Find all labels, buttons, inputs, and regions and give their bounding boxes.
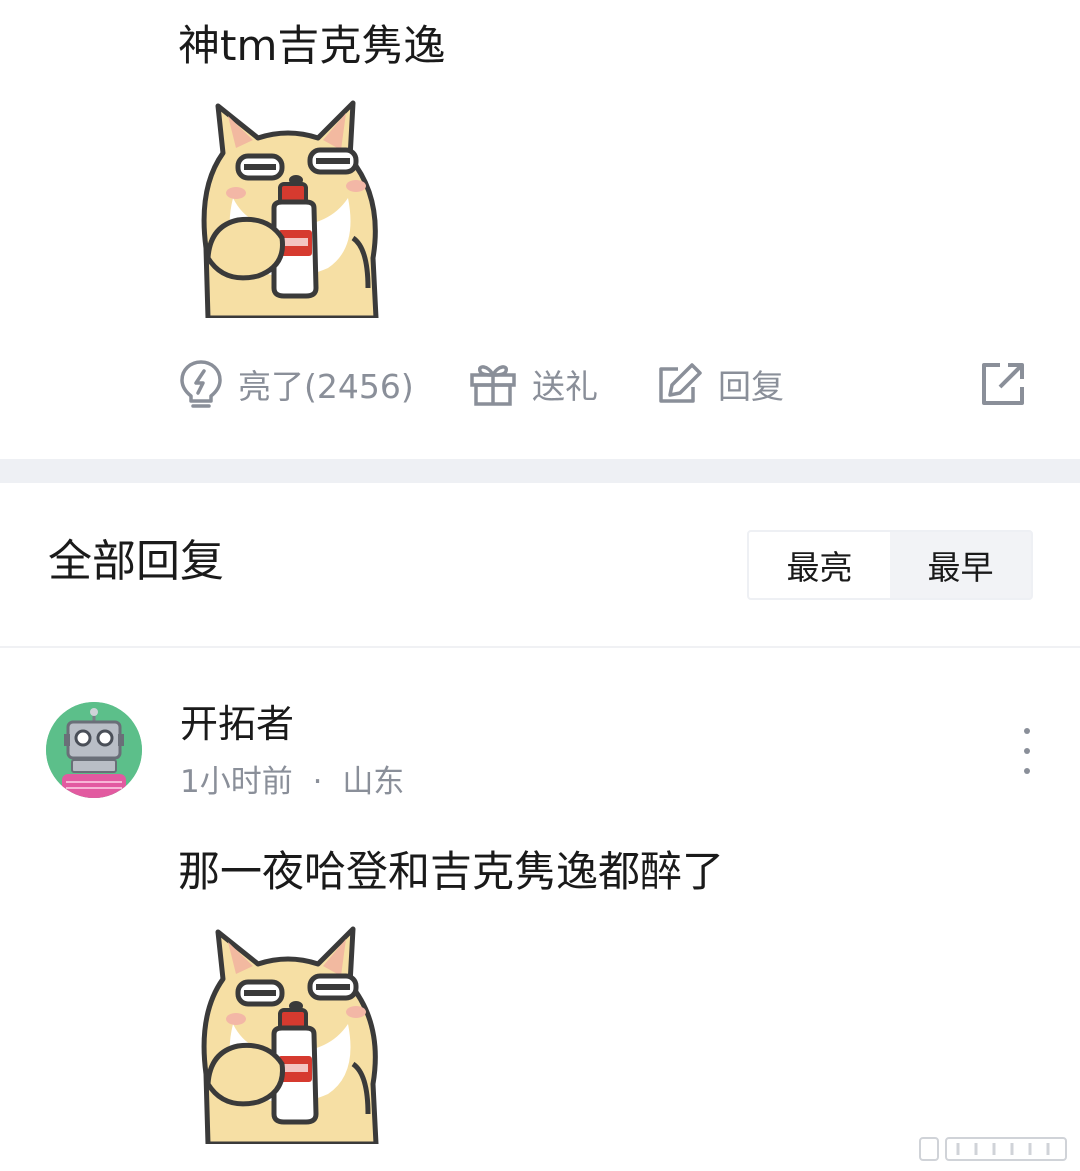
gift-label: 送礼 [532,367,598,406]
post-text: 神tm吉克隽逸 [178,21,446,70]
share-button[interactable] [978,356,1028,412]
post-action-bar: 亮了(2456) 送礼 回复 [178,356,1038,412]
all-replies-title: 全部回复 [48,536,224,587]
avatar[interactable] [46,702,142,798]
reply-time: 1小时前 [180,764,293,800]
reply-author-name[interactable]: 开拓者 [180,698,294,750]
more-vertical-icon[interactable] [1010,728,1044,774]
gift-button[interactable]: 送礼 [468,356,598,412]
watermark-logo [918,1134,1070,1164]
sort-earliest-tab[interactable]: 最早 [890,532,1031,598]
section-divider [0,459,1080,483]
reply-sort-toggle: 最亮 最早 [747,530,1033,600]
like-count-label: 亮了(2456) [238,367,414,406]
reply-label: 回复 [718,367,784,406]
share-icon [978,359,1028,409]
lightbulb-icon [178,359,224,409]
shiba-dog-sticker-image[interactable] [178,924,398,1144]
reply-text: 那一夜哈登和吉克隽逸都醉了 [178,847,725,896]
reply-meta: 1小时前 · 山东 [180,760,404,804]
gift-icon [468,361,518,407]
divider-line [0,646,1080,648]
like-button[interactable]: 亮了(2456) [178,356,414,412]
reply-location: 山东 [342,764,405,800]
edit-icon [656,361,704,407]
post-detail-page: 神tm吉克隽逸 亮了(2456) 送礼 回复 全部回复 最亮 最早 开拓者 1小… [0,0,1080,1171]
reply-button[interactable]: 回复 [656,356,784,412]
shiba-dog-sticker-image[interactable] [178,98,398,318]
meta-separator: · [312,764,323,800]
sort-brightest-tab[interactable]: 最亮 [749,532,890,598]
